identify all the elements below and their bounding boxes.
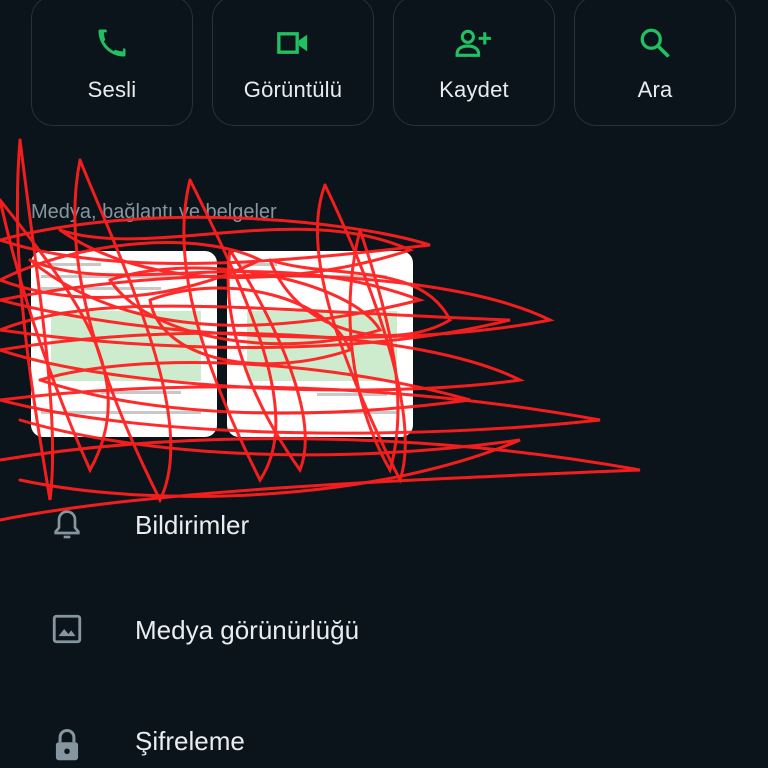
media-visibility-label: Medya görünürlüğü — [135, 615, 360, 645]
menu-item-notifications[interactable]: Bildirimler — [0, 486, 768, 566]
save-contact-button[interactable]: Kaydet — [393, 0, 555, 126]
media-thumbnail-2[interactable] — [227, 251, 413, 437]
video-call-button[interactable]: Görüntülü — [212, 0, 374, 126]
phone-icon — [92, 23, 132, 63]
search-icon — [635, 23, 675, 63]
encryption-label: Şifreleme — [135, 726, 245, 756]
contact-info-screen: Sesli Görüntülü Kaydet Ara Medya, bağlan… — [0, 0, 768, 768]
lock-icon — [48, 726, 86, 764]
save-contact-label: Kaydet — [439, 77, 509, 102]
voice-call-label: Sesli — [87, 77, 137, 102]
media-section-title[interactable]: Medya, bağlantı ve belgeler — [31, 201, 277, 224]
video-call-label: Görüntülü — [243, 77, 343, 102]
menu-item-media-visibility[interactable]: Medya görünürlüğü — [0, 591, 768, 671]
media-thumbnail-1[interactable] — [31, 251, 217, 437]
menu-item-encryption[interactable]: Şifreleme — [0, 702, 768, 768]
voice-call-button[interactable]: Sesli — [31, 0, 193, 126]
action-buttons-row: Sesli Görüntülü Kaydet Ara — [31, 0, 737, 126]
media-thumbnails — [31, 251, 413, 437]
search-label: Ara — [637, 77, 673, 102]
bell-icon — [48, 506, 86, 544]
add-person-icon — [454, 23, 494, 63]
search-button[interactable]: Ara — [574, 0, 736, 126]
video-icon — [273, 23, 313, 63]
image-icon — [48, 610, 86, 648]
notifications-label: Bildirimler — [135, 510, 250, 540]
